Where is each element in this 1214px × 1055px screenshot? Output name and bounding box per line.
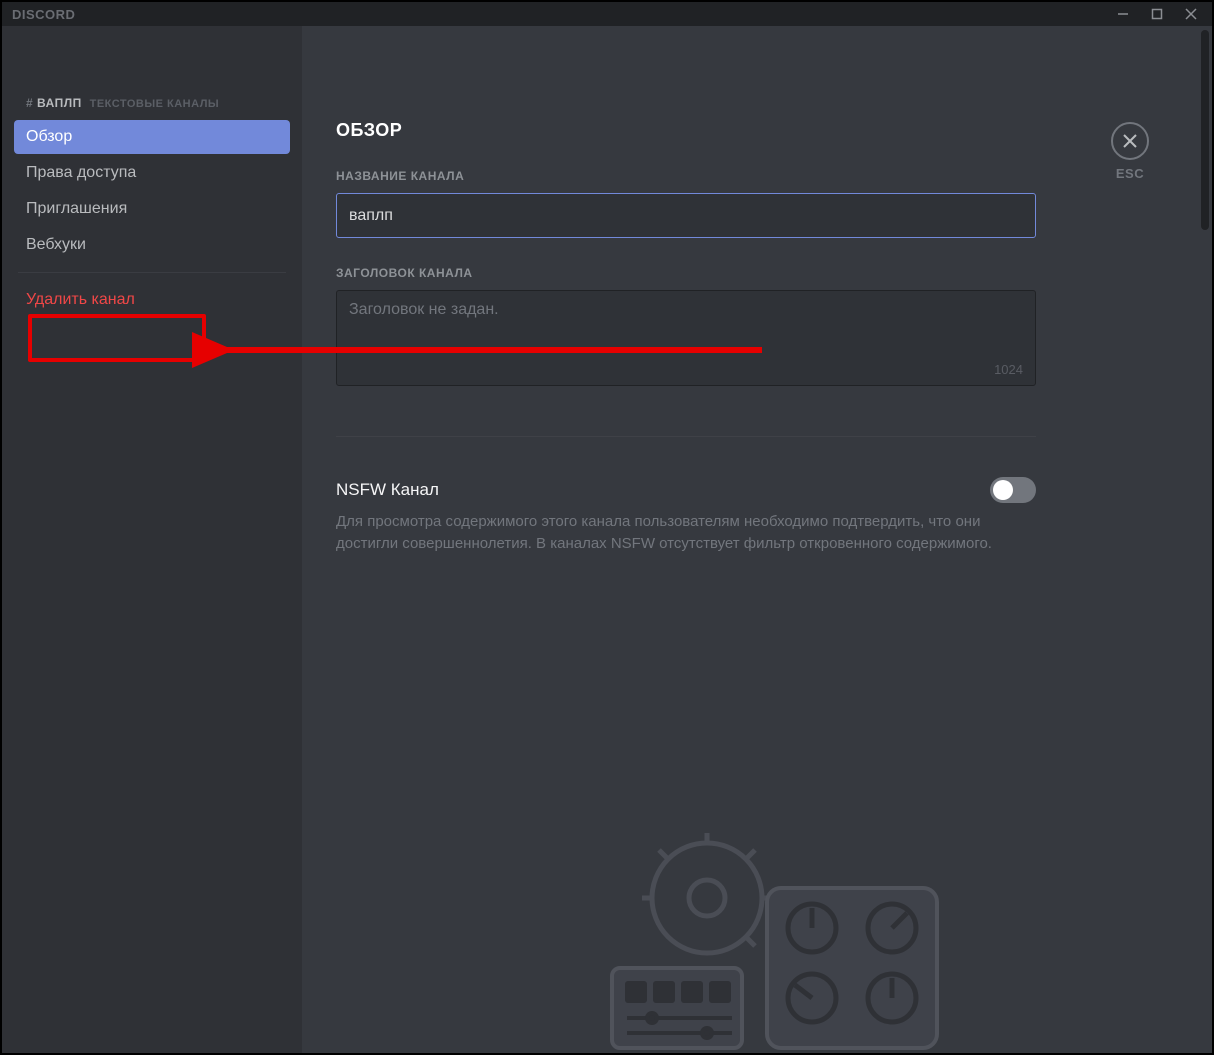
annotation-highlight-box	[28, 314, 206, 362]
sidebar-item-permissions[interactable]: Права доступа	[14, 156, 290, 190]
page-title: ОБЗОР	[336, 120, 1152, 141]
channel-name-label: НАЗВАНИЕ КАНАЛА	[336, 169, 1152, 183]
nsfw-description: Для просмотра содержимого этого канала п…	[336, 511, 1036, 555]
sidebar-header: # ВАПЛП ТЕКСТОВЫЕ КАНАЛЫ	[14, 96, 290, 118]
sidebar-channel-name: ВАПЛП	[37, 96, 82, 110]
topic-placeholder: Заголовок не задан.	[349, 301, 499, 318]
divider	[336, 436, 1036, 437]
sidebar-item-invites[interactable]: Приглашения	[14, 192, 290, 226]
topic-char-limit: 1024	[994, 362, 1023, 377]
close-icon	[1185, 8, 1197, 20]
channel-topic-input[interactable]: Заголовок не задан. 1024	[336, 290, 1036, 386]
close-escape: ESC	[1108, 122, 1152, 181]
sidebar-item-overview[interactable]: Обзор	[14, 120, 290, 154]
sidebar-item-label: Удалить канал	[26, 291, 135, 309]
decorative-illustration	[557, 813, 957, 1053]
close-icon	[1121, 132, 1139, 150]
toggle-knob	[993, 480, 1013, 500]
nsfw-toggle[interactable]	[990, 477, 1036, 503]
window-controls	[1106, 3, 1208, 25]
sidebar-item-label: Права доступа	[26, 164, 136, 182]
esc-label: ESC	[1108, 166, 1152, 181]
settings-sidebar: # ВАПЛП ТЕКСТОВЫЕ КАНАЛЫ Обзор Права дос…	[2, 26, 302, 1053]
sidebar-item-delete-channel[interactable]: Удалить канал	[14, 283, 290, 317]
window-close-button[interactable]	[1174, 3, 1208, 25]
window-maximize-button[interactable]	[1140, 3, 1174, 25]
channel-topic-label: ЗАГОЛОВОК КАНАЛА	[336, 266, 1152, 280]
sidebar-category: ТЕКСТОВЫЕ КАНАЛЫ	[90, 98, 220, 110]
app-window: DISCORD # ВАПЛП ТЕКСТОВЫЕ КАНАЛЫ Обзор	[0, 0, 1214, 1055]
nsfw-row: NSFW Канал	[336, 477, 1036, 503]
window-minimize-button[interactable]	[1106, 3, 1140, 25]
hash-icon: #	[26, 96, 33, 110]
brand-label: DISCORD	[12, 7, 75, 22]
scrollbar[interactable]	[1201, 30, 1209, 230]
sidebar-item-label: Обзор	[26, 128, 72, 146]
titlebar: DISCORD	[2, 2, 1212, 26]
sidebar-divider	[18, 272, 286, 273]
settings-main: ОБЗОР НАЗВАНИЕ КАНАЛА ЗАГОЛОВОК КАНАЛА З…	[302, 26, 1212, 1053]
sidebar-item-webhooks[interactable]: Вебхуки	[14, 228, 290, 262]
nsfw-title: NSFW Канал	[336, 480, 439, 500]
maximize-icon	[1151, 8, 1163, 20]
sidebar-item-label: Приглашения	[26, 200, 127, 218]
channel-name-input[interactable]	[336, 193, 1036, 238]
minimize-icon	[1117, 8, 1129, 20]
sidebar-item-label: Вебхуки	[26, 236, 86, 254]
close-button[interactable]	[1111, 122, 1149, 160]
